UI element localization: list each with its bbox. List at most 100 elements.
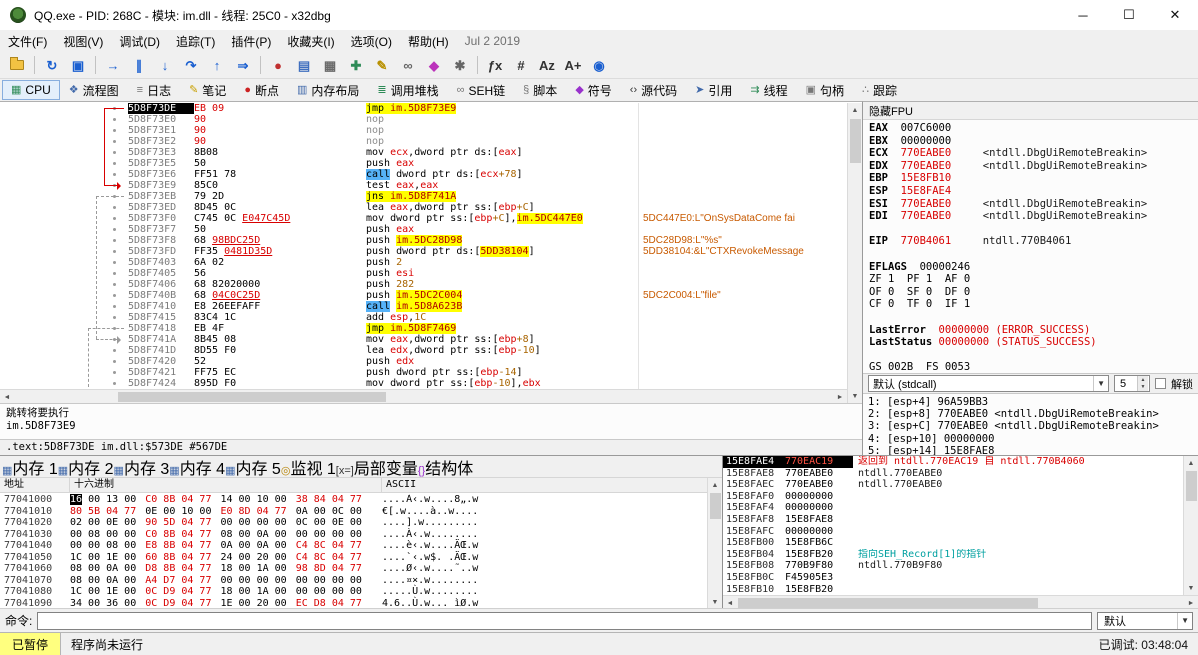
tab-log[interactable]: ≡日志 xyxy=(128,80,180,100)
arg-count-stepper[interactable]: 5 ▲▼ xyxy=(1114,375,1150,392)
scroll-down-button[interactable]: ▼ xyxy=(708,595,722,609)
appearance-button[interactable]: Az xyxy=(535,54,559,76)
hide-fpu-button[interactable]: 隐藏FPU xyxy=(863,102,1198,120)
disasm-row[interactable]: 5D8F73E985C0test eax,eax xyxy=(0,180,847,191)
disasm-row[interactable]: 5D8F741583C4 1Cadd esp,1C xyxy=(0,312,847,323)
tab-cpu[interactable]: ▦CPU xyxy=(2,80,60,100)
memory-map-button[interactable]: ▤ xyxy=(292,54,316,76)
register-row[interactable]: EBP 15E8FB10 xyxy=(869,172,1198,185)
register-row[interactable]: EFLAGS 00000246 xyxy=(869,261,1198,274)
tab-threads[interactable]: ⇉线程 xyxy=(741,80,796,100)
stack-hscrollbar[interactable]: ◄ ► xyxy=(723,595,1198,609)
menu-item[interactable]: 追踪(T) xyxy=(168,30,223,52)
breakpoints-button[interactable]: ● xyxy=(266,54,290,76)
register-row[interactable]: EIP 770B4061 ntdll.770B4061 xyxy=(869,235,1198,248)
tab-watch1[interactable]: ◎监视 1 xyxy=(281,455,336,479)
disassembly-vscrollbar[interactable]: ▲ ▼ xyxy=(847,103,862,403)
register-row[interactable]: EAX 007C6000 xyxy=(869,122,1198,135)
tab-breakpoints[interactable]: ●断点 xyxy=(235,80,288,100)
scroll-up-button[interactable]: ▲ xyxy=(1184,456,1198,470)
disasm-row[interactable]: 5D8F7424895D F0mov dword ptr ss:[ebp-10]… xyxy=(0,378,847,389)
disasm-row[interactable]: 5D8F742052push edx xyxy=(0,356,847,367)
disasm-row[interactable]: 5D8F74036A 02push 2 xyxy=(0,257,847,268)
dump-row[interactable]: 7704100016 00 13 00C0 8B 04 7714 00 10 0… xyxy=(0,494,707,506)
disasm-row[interactable]: 5D8F740556push esi xyxy=(0,268,847,279)
vscroll-thumb[interactable] xyxy=(710,493,721,519)
disasm-row[interactable]: 5D8F7418EB 4Fjmp im.5D8F7469 xyxy=(0,323,847,334)
tab-notes[interactable]: ✎笔记 xyxy=(180,80,235,100)
scroll-right-button[interactable]: ► xyxy=(833,390,847,404)
scylla-button[interactable]: ◆ xyxy=(422,54,446,76)
disasm-row[interactable]: 5D8F73EB79 2Djns im.5D8F741A xyxy=(0,191,847,202)
unlock-checkbox[interactable] xyxy=(1155,378,1166,389)
register-row[interactable]: CF 0 TF 0 IF 1 xyxy=(869,298,1198,311)
help-button[interactable]: ◉ xyxy=(587,54,611,76)
disasm-row[interactable]: 5D8F741A8B45 08mov eax,dword ptr ss:[ebp… xyxy=(0,334,847,345)
tab-dump1[interactable]: ▦内存 1 xyxy=(2,455,58,479)
stepper-arrows-icon[interactable]: ▲▼ xyxy=(1137,376,1148,391)
disasm-row[interactable]: 5D8F73ED8D45 0Clea eax,dword ptr ss:[ebp… xyxy=(0,202,847,213)
dump-row[interactable]: 770410801C 00 1E 000C D9 04 7718 00 1A 0… xyxy=(0,586,707,598)
seh-chain-button[interactable]: ∞ xyxy=(396,54,420,76)
restart-button[interactable]: ↻ xyxy=(40,54,64,76)
zoom-font-button[interactable]: A+ xyxy=(561,54,585,76)
execute-till-return-button[interactable]: ↑ xyxy=(205,54,229,76)
tab-source[interactable]: ‹›源代码 xyxy=(621,80,686,100)
scroll-left-button[interactable]: ◄ xyxy=(0,390,14,404)
disasm-row[interactable]: 5D8F73E290nop xyxy=(0,136,847,147)
stack-row[interactable]: 15E8FAF000000000 xyxy=(723,491,1183,503)
disasm-row[interactable]: 5D8F73DEEB 09jmp im.5D8F73E9 xyxy=(0,103,847,114)
calculator-button[interactable]: ƒx xyxy=(483,54,507,76)
argument-row[interactable]: 1: [esp+4] 96A59BB3 xyxy=(868,396,1198,408)
stack-row[interactable]: 15E8FAE8770EABE0ntdll.770EABE0 xyxy=(723,468,1183,480)
register-row[interactable]: EDX 770EABE0 <ntdll.DbgUiRemoteBreakin> xyxy=(869,160,1198,173)
disasm-row[interactable]: 5D8F73E550push eax xyxy=(0,158,847,169)
tab-locals[interactable]: [x=]局部变量 xyxy=(336,455,418,479)
command-profile-select[interactable]: 默认 ▼ xyxy=(1097,612,1193,630)
tab-struct[interactable]: {}结构体 xyxy=(418,455,473,479)
disassembly-hscrollbar[interactable]: ◄ ► xyxy=(0,389,847,403)
tab-dump4[interactable]: ▦内存 4 xyxy=(169,455,225,479)
tab-references[interactable]: ➤引用 xyxy=(686,80,741,100)
menu-item[interactable]: 收藏夹(I) xyxy=(279,30,342,52)
menu-item[interactable]: 文件(F) xyxy=(0,30,55,52)
register-row[interactable]: ECX 770EABE0 <ntdll.DbgUiRemoteBreakin> xyxy=(869,147,1198,160)
run-to-user-code-button[interactable]: ⇒ xyxy=(231,54,255,76)
step-over-button[interactable]: ↷ xyxy=(179,54,203,76)
stack-row[interactable]: 15E8FB08770B9F80ntdll.770B9F80 xyxy=(723,560,1183,572)
dump-row[interactable]: 7704103000 08 00 00C0 8B 04 7708 00 0A 0… xyxy=(0,529,707,541)
register-row[interactable]: LastStatus 00000000 (STATUS_SUCCESS) xyxy=(869,336,1198,349)
stack-row[interactable]: 15E8FB0015E8FB6C xyxy=(723,537,1183,549)
disasm-row[interactable]: 5D8F73FDFF35 0481D35Dpush dword ptr ds:[… xyxy=(0,246,847,257)
scroll-down-button[interactable]: ▼ xyxy=(1184,581,1198,595)
tab-dump3[interactable]: ▦内存 3 xyxy=(114,455,170,479)
register-row[interactable]: ESP 15E8FAE4 xyxy=(869,185,1198,198)
dump-row[interactable]: 7704102002 00 0E 0090 5D 04 7700 00 00 0… xyxy=(0,517,707,529)
tab-dump2[interactable]: ▦内存 2 xyxy=(58,455,114,479)
minimize-button[interactable]: ─ xyxy=(1060,0,1106,30)
tab-call-stack[interactable]: ≣调用堆栈 xyxy=(368,80,447,100)
tab-dump5[interactable]: ▦内存 5 xyxy=(225,455,281,479)
comment-button[interactable]: ✎ xyxy=(370,54,394,76)
stack-row[interactable]: 15E8FB0415E8FB20指向SEH_Record[1]的指针 xyxy=(723,549,1183,561)
disasm-row[interactable]: 5D8F740668 82020000push 282 xyxy=(0,279,847,290)
register-row[interactable]: OF 0 SF 0 DF 0 xyxy=(869,286,1198,299)
scroll-up-button[interactable]: ▲ xyxy=(708,478,722,492)
register-row[interactable]: LastError 00000000 (ERROR_SUCCESS) xyxy=(869,324,1198,337)
disasm-row[interactable]: 5D8F741D8D55 F0lea edx,dword ptr ss:[ebp… xyxy=(0,345,847,356)
dump-row[interactable]: 7704104000 00 08 00E8 8B 04 770A 00 0A 0… xyxy=(0,540,707,552)
settings-button[interactable]: ✱ xyxy=(448,54,472,76)
calling-convention-select[interactable]: 默认 (stdcall) ▼ xyxy=(868,375,1109,392)
disasm-row[interactable]: 5D8F7421FF75 ECpush dword ptr ss:[ebp-14… xyxy=(0,367,847,378)
menu-item[interactable]: 选项(O) xyxy=(343,30,400,52)
register-row[interactable] xyxy=(869,349,1198,362)
open-file-button[interactable] xyxy=(5,54,29,76)
close-debuggee-button[interactable]: ▣ xyxy=(66,54,90,76)
tab-seh[interactable]: ∞SEH链 xyxy=(448,80,515,100)
vscroll-thumb[interactable] xyxy=(850,119,861,163)
dump-vscrollbar[interactable]: ▲ ▼ xyxy=(707,478,722,609)
disasm-row[interactable]: 5D8F73E190nop xyxy=(0,125,847,136)
disasm-row[interactable]: 5D8F73E090nop xyxy=(0,114,847,125)
menu-item[interactable]: 视图(V) xyxy=(55,30,111,52)
pause-button[interactable]: ∥ xyxy=(127,54,151,76)
